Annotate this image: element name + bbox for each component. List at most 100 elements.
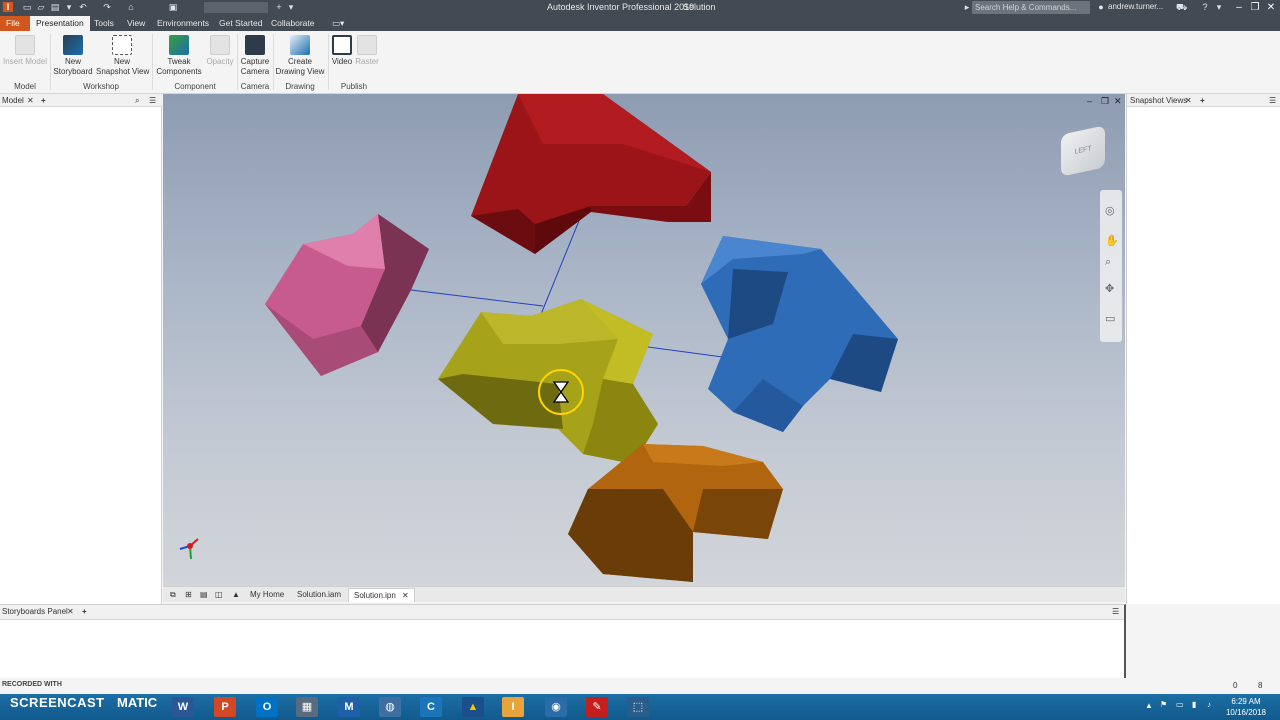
group-separator	[152, 34, 153, 90]
tray-network-icon[interactable]: ▮	[1192, 700, 1196, 709]
close-icon[interactable]: ✕	[1264, 1, 1278, 15]
tab-collaborate[interactable]: Collaborate	[265, 16, 320, 31]
help-icon[interactable]: ?	[1200, 2, 1210, 12]
tweak-components-button[interactable]: Tweak Components	[155, 35, 203, 77]
video-button[interactable]: Video	[330, 35, 354, 67]
group-camera: Camera	[240, 82, 270, 91]
clock-date[interactable]: 10/16/2018	[1222, 708, 1270, 717]
orange-component[interactable]	[568, 444, 783, 582]
new-storyboard-button[interactable]: New Storyboard	[53, 35, 93, 77]
navigation-bar: ◎ ✋ ⌕ ✥ ▭	[1100, 190, 1122, 342]
search-icon[interactable]: ⌕	[135, 96, 139, 106]
measure-icon[interactable]: +	[274, 2, 284, 12]
m-app-icon[interactable]: M	[338, 697, 360, 717]
outlook-icon[interactable]: O	[256, 697, 278, 717]
tile-vertical-icon[interactable]: ⧉	[165, 588, 181, 602]
storyboard-panel-title[interactable]: Storyboards Panel	[2, 607, 68, 616]
save-dropdown-icon[interactable]: ▾	[64, 2, 74, 12]
redo-icon[interactable]: ↷	[102, 2, 112, 12]
add-icon[interactable]: +	[1200, 96, 1205, 105]
add-icon[interactable]: +	[41, 96, 46, 105]
pan-icon[interactable]: ✋	[1105, 234, 1119, 247]
yellow-component[interactable]	[438, 299, 658, 464]
add-icon[interactable]: +	[82, 607, 87, 616]
viewport-close-icon[interactable]: ✕	[1114, 96, 1122, 107]
snipping-tool-icon[interactable]: ⬚	[627, 697, 649, 717]
group-separator	[237, 34, 238, 90]
restore-icon[interactable]: ❐	[1248, 1, 1262, 15]
raster-button[interactable]: Raster	[355, 35, 379, 67]
create-drawing-view-button[interactable]: Create Drawing View	[275, 35, 325, 77]
red-component[interactable]	[471, 94, 711, 254]
c-app-icon[interactable]: C	[420, 697, 442, 717]
return-icon[interactable]: ▣	[168, 2, 178, 12]
close-icon[interactable]: ✕	[27, 96, 34, 105]
look-at-icon[interactable]: ▭	[1105, 312, 1115, 325]
user-icon[interactable]: ●	[1096, 2, 1106, 12]
clock-time[interactable]: 6:29 AM	[1226, 697, 1266, 706]
customize-qat-icon[interactable]: ▾	[286, 2, 296, 12]
viewport-minimize-icon[interactable]: –	[1087, 96, 1092, 106]
graphics-viewport[interactable]: – ❐ ✕ LEFT ◎ ✋ ⌕ ✥ ▭	[163, 94, 1125, 586]
tab-my-home[interactable]: My Home	[245, 588, 289, 602]
opacity-button[interactable]: Opacity	[205, 35, 235, 67]
inventor-logo-icon[interactable]: I	[3, 2, 13, 12]
model-canvas[interactable]	[163, 94, 1125, 586]
tab-environments[interactable]: Environments	[151, 16, 215, 31]
capture-camera-button[interactable]: Capture Camera	[239, 35, 271, 77]
save-icon[interactable]: ▤	[50, 2, 60, 12]
menu-icon[interactable]: ☰	[149, 96, 156, 105]
tab-solution-ipn[interactable]: Solution.ipn ✕	[348, 588, 415, 602]
tab-get-started[interactable]: Get Started	[213, 16, 268, 31]
tab-solution-iam[interactable]: Solution.iam	[292, 588, 346, 602]
new-file-icon[interactable]: ▭	[22, 2, 32, 12]
powerpoint-icon[interactable]: P	[214, 697, 236, 717]
snapshot-panel-title[interactable]: Snapshot Views	[1130, 96, 1187, 105]
inventor-taskbar-icon[interactable]: I	[502, 697, 524, 717]
watermark-brand: SCREENCAST	[10, 695, 105, 710]
zoom-icon[interactable]: ⌕	[1105, 256, 1111, 269]
cart-icon[interactable]: ⛟	[1176, 2, 1187, 12]
tab-list-up-icon[interactable]: ▲	[227, 588, 245, 602]
blue-component[interactable]	[701, 236, 898, 432]
undo-icon[interactable]: ↶	[78, 2, 88, 12]
user-name[interactable]: andrew.turner...	[1108, 2, 1163, 11]
tab-file[interactable]: File	[0, 16, 30, 31]
vlc-icon[interactable]: ▲	[462, 697, 484, 717]
appearance-select[interactable]	[204, 2, 268, 13]
search-arrow-icon[interactable]: ▸	[962, 2, 972, 12]
close-tab-icon[interactable]: ✕	[402, 591, 409, 600]
close-icon[interactable]: ✕	[1185, 96, 1192, 105]
close-icon[interactable]: ✕	[67, 607, 74, 616]
search-input[interactable]: Search Help & Commands...	[972, 1, 1090, 14]
globe-app-icon[interactable]: ◍	[379, 697, 401, 717]
tray-volume-icon[interactable]: ♪	[1207, 700, 1211, 709]
tray-up-icon[interactable]: ▲	[1145, 701, 1153, 710]
acrobat-icon[interactable]: ✎	[586, 697, 608, 717]
tray-flag-icon[interactable]: ⚑	[1160, 700, 1167, 709]
tile-vertical-split-icon[interactable]: ◫	[210, 588, 228, 602]
viewport-restore-icon[interactable]: ❐	[1101, 96, 1109, 107]
menu-icon[interactable]: ☰	[1112, 607, 1119, 616]
steering-wheel-icon[interactable]: ◎	[1105, 204, 1115, 217]
open-file-icon[interactable]: ▱	[36, 2, 46, 12]
new-snapshot-view-button[interactable]: New Snapshot View	[96, 35, 149, 77]
tab-presentation[interactable]: Presentation	[30, 16, 90, 31]
tab-tools[interactable]: Tools	[88, 16, 120, 31]
tab-view[interactable]: View	[121, 16, 151, 31]
tray-battery-icon[interactable]: ▭	[1176, 700, 1184, 709]
windows-taskbar: SCREENCAST MATIC W P O ▦ M ◍ C ▲ I ◉ ✎ ⬚…	[0, 694, 1280, 720]
menu-icon[interactable]: ☰	[1269, 96, 1276, 105]
group-model: Model	[14, 82, 36, 91]
minimize-icon[interactable]: –	[1232, 1, 1246, 15]
word-icon[interactable]: W	[172, 697, 194, 717]
chrome-icon[interactable]: ◉	[545, 697, 567, 717]
calculator-icon[interactable]: ▦	[296, 697, 318, 717]
orbit-icon[interactable]: ✥	[1105, 282, 1114, 295]
insert-model-button[interactable]: Insert Model	[2, 35, 48, 67]
ribbon-display-toggle-icon[interactable]: ▭▾	[326, 16, 350, 31]
help-dropdown-icon[interactable]: ▾	[1214, 2, 1224, 12]
pink-component[interactable]	[265, 214, 429, 376]
model-panel-title[interactable]: Model	[2, 96, 24, 105]
home-icon[interactable]: ⌂	[126, 2, 136, 12]
